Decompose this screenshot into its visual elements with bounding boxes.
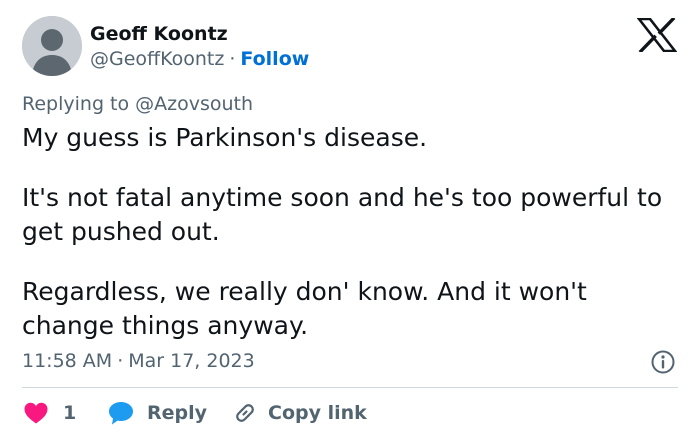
tweet-paragraph: My guess is Parkinson's disease. [22,123,428,152]
link-icon [236,404,254,422]
info-icon[interactable] [650,349,676,375]
replying-to: Replying to @Azovsouth [22,93,254,115]
default-avatar-icon [22,16,82,76]
like-button[interactable]: 1 [24,400,76,426]
tweet-timestamp[interactable]: 11:58 AM · Mar 17, 2023 [22,349,255,373]
tweet-card: Geoff Koontz @GeoffKoontz · Follow Replyin… [0,0,700,440]
tweet-text: My guess is Parkinson's disease. It's no… [22,121,682,343]
tweet-paragraph: Regardless, we really don' know. And it … [22,277,587,340]
heart-icon [24,402,48,424]
tweet-time: 11:58 AM [22,350,113,372]
separator-dot: · [229,48,236,70]
author-handle-row: @GeoffKoontz · Follow [90,47,309,71]
tweet-date: Mar 17, 2023 [128,350,255,372]
author-handle[interactable]: @GeoffKoontz [90,48,224,70]
divider [22,387,678,388]
author-display-name[interactable]: Geoff Koontz [90,22,228,46]
reply-label: Reply [147,402,208,424]
copy-link-button[interactable]: Copy link [232,400,367,426]
x-logo-icon[interactable] [637,18,677,52]
avatar[interactable] [22,16,82,76]
tweet-paragraph: It's not fatal anytime soon and he's too… [22,183,663,246]
like-count: 1 [63,402,77,424]
follow-button[interactable]: Follow [240,48,309,70]
copy-link-label: Copy link [268,402,367,424]
speech-bubble-icon [109,402,133,425]
separator-dot: · [117,350,124,372]
reply-button[interactable]: Reply [108,400,207,426]
